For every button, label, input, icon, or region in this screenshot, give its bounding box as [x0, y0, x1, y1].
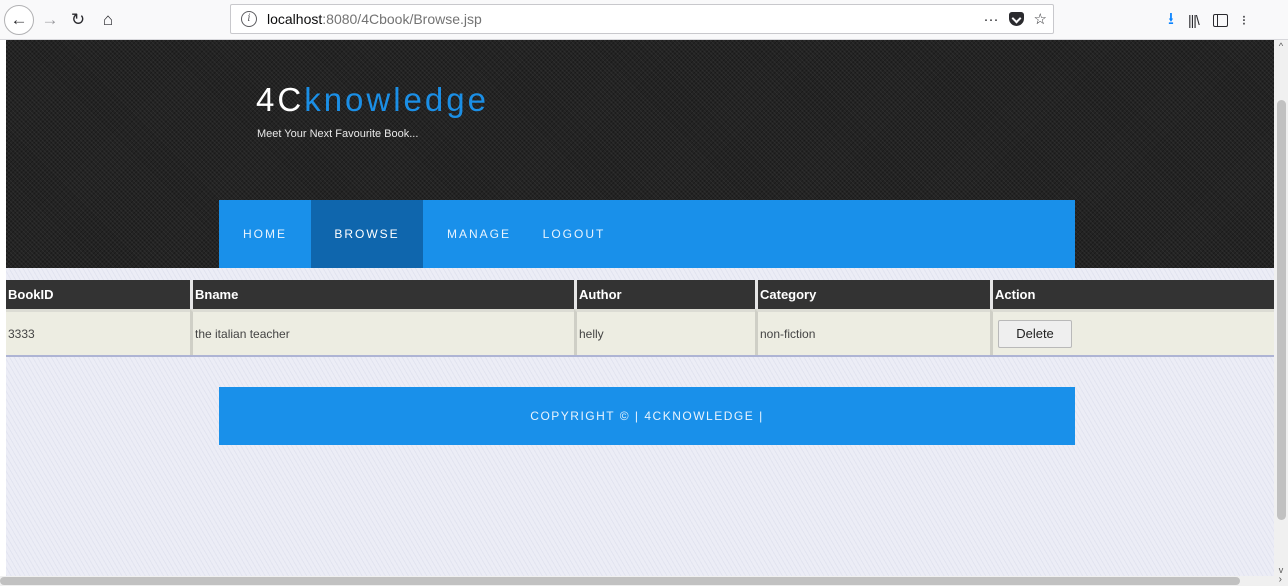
horizontal-scroll-thumb[interactable]	[0, 577, 1240, 585]
site-footer: COPYRIGHT © | 4CKNOWLEDGE |	[219, 387, 1075, 445]
cell-author: helly	[574, 309, 755, 355]
header-author: Author	[574, 280, 755, 309]
table-header-row: BookID Bname Author Category Action	[6, 280, 1274, 309]
cell-bname: the italian teacher	[190, 309, 574, 355]
url-host: localhost	[267, 11, 323, 27]
nav-home[interactable]: HOME	[219, 200, 311, 268]
nav-browse[interactable]: BROWSE	[311, 200, 423, 268]
cell-action: Delete	[990, 309, 1274, 355]
cell-category: non-fiction	[755, 309, 990, 355]
header-bookid: BookID	[6, 280, 190, 309]
header-bname: Bname	[190, 280, 574, 309]
delete-button[interactable]: Delete	[998, 319, 1072, 348]
scroll-up-icon[interactable]: ^	[1275, 40, 1287, 52]
logo-suffix: knowledge	[304, 81, 489, 118]
url-bar[interactable]: i localhost:8080/4Cbook/Browse.jsp ··· ☆	[230, 4, 1054, 34]
menu-icon[interactable]: ⁝	[1242, 12, 1246, 29]
site-logo[interactable]: 4Cknowledge	[256, 80, 489, 120]
pocket-icon[interactable]	[1008, 12, 1024, 26]
sidebar-icon[interactable]	[1212, 13, 1228, 27]
page-actions-icon[interactable]: ···	[984, 11, 999, 28]
site-tagline: Meet Your Next Favourite Book...	[257, 128, 419, 140]
info-icon[interactable]: i	[241, 11, 257, 27]
url-path: :8080/4Cbook/Browse.jsp	[322, 11, 482, 27]
page-viewport: 4Cknowledge Meet Your Next Favourite Boo…	[6, 40, 1274, 576]
toolbar-right: ⭳ |||\ ⁝	[1168, 0, 1246, 40]
home-icon[interactable]: ⌂	[94, 6, 122, 34]
vertical-scrollbar[interactable]: ^ v	[1274, 40, 1288, 576]
header-category: Category	[755, 280, 990, 309]
main-nav: HOME BROWSE MANAGE LOGOUT	[219, 200, 1075, 268]
nav-logout[interactable]: LOGOUT	[535, 200, 613, 268]
url-text[interactable]: localhost:8080/4Cbook/Browse.jsp	[267, 11, 482, 27]
vertical-scroll-thumb[interactable]	[1277, 100, 1286, 520]
reload-icon[interactable]: ↻	[64, 6, 92, 34]
forward-arrow-icon[interactable]: →	[36, 6, 64, 34]
nav-manage[interactable]: MANAGE	[423, 200, 535, 268]
browser-toolbar: ← → ↻ ⌂ i localhost:8080/4Cbook/Browse.j…	[0, 0, 1288, 40]
cell-bookid: 3333	[6, 309, 190, 355]
books-table: BookID Bname Author Category Action 3333…	[6, 280, 1274, 357]
back-arrow-icon[interactable]: ←	[4, 5, 34, 35]
logo-prefix: 4C	[256, 81, 305, 118]
bookmark-star-icon[interactable]: ☆	[1034, 10, 1047, 28]
download-icon[interactable]: ⭳	[1168, 6, 1174, 35]
horizontal-scrollbar[interactable]: ›	[0, 574, 1288, 586]
scroll-right-icon[interactable]: ›	[1279, 574, 1282, 585]
url-actions: ··· ☆	[984, 5, 1047, 33]
header-action: Action	[990, 280, 1274, 309]
table-row: 3333 the italian teacher helly non-ficti…	[6, 309, 1274, 355]
library-icon[interactable]: |||\	[1188, 12, 1200, 28]
